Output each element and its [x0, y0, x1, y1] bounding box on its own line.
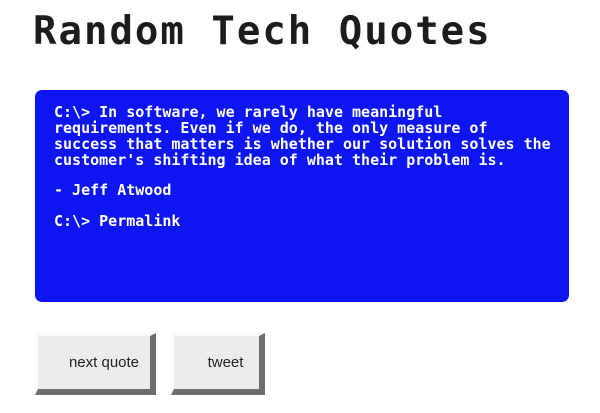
permalink-link[interactable]: C:\> Permalink — [54, 213, 180, 229]
page-title: Random Tech Quotes — [33, 9, 492, 54]
tweet-button[interactable]: tweet — [171, 333, 265, 395]
quote-author: - Jeff Atwood — [54, 181, 172, 199]
next-quote-button[interactable]: next quote — [35, 333, 156, 395]
next-quote-label: next quote — [68, 354, 140, 371]
quote-text: C:\> In software, we rarely have meaning… — [54, 103, 551, 169]
page: Random Tech Quotes C:\> In software, we … — [0, 0, 600, 413]
quote-box: C:\> In software, we rarely have meaning… — [35, 90, 569, 302]
tweet-label: tweet — [207, 354, 244, 371]
